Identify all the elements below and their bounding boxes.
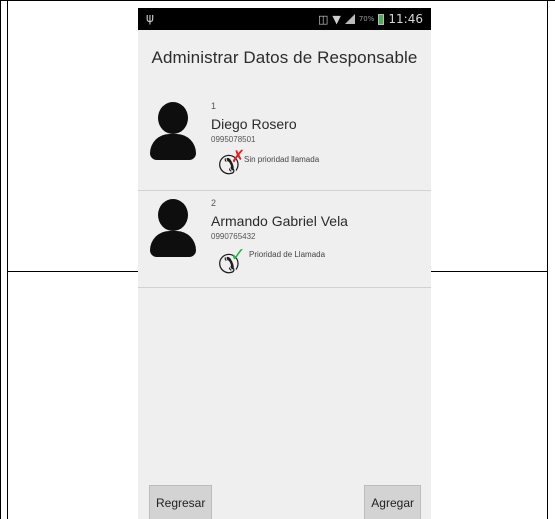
clock: 11:46 [388,12,423,26]
usb-icon: ψ [146,11,154,25]
priority-check-icon: ✓ [230,244,246,266]
contact-row[interactable]: 1 Diego Rosero 0995078501 ✆ ✗ Sin priori… [138,94,431,191]
table-border-left [0,0,1,519]
table-border-top [0,0,555,1]
priority-label: Prioridad de Llamada [249,250,326,259]
status-bar: ψ ◫ ▼ 70% 11:46 [138,8,431,30]
avatar-icon [150,199,196,257]
battery-percent: 70% [358,15,375,23]
contact-phone: 0990765432 [211,232,256,241]
page-title: Administrar Datos de Responsable [151,48,418,67]
contact-phone: 0995078501 [211,135,256,144]
wifi-icon: ▼ [332,12,341,26]
signal-icon [344,14,355,24]
status-icons: ◫ ▼ 70% 11:46 [318,12,423,26]
back-button[interactable]: Regresar [149,485,213,519]
avatar-icon [150,102,196,160]
contact-index: 1 [211,101,217,111]
add-button[interactable]: Agregar [364,485,421,519]
contact-index: 2 [211,198,217,208]
sim-icon: ◫ [317,12,329,26]
contact-row[interactable]: 2 Armando Gabriel Vela 0990765432 ✆ ✓ Pr… [138,191,431,288]
battery-icon [378,13,385,25]
contact-name: Armando Gabriel Vela [211,213,348,229]
table-divider-left [7,0,8,519]
phone-screen: ψ ◫ ▼ 70% 11:46 Administrar Datos de Res… [138,8,431,519]
priority-label: Sin prioridad llamada [244,155,320,164]
contact-name: Diego Rosero [211,116,297,132]
table-divider-right [547,0,548,519]
